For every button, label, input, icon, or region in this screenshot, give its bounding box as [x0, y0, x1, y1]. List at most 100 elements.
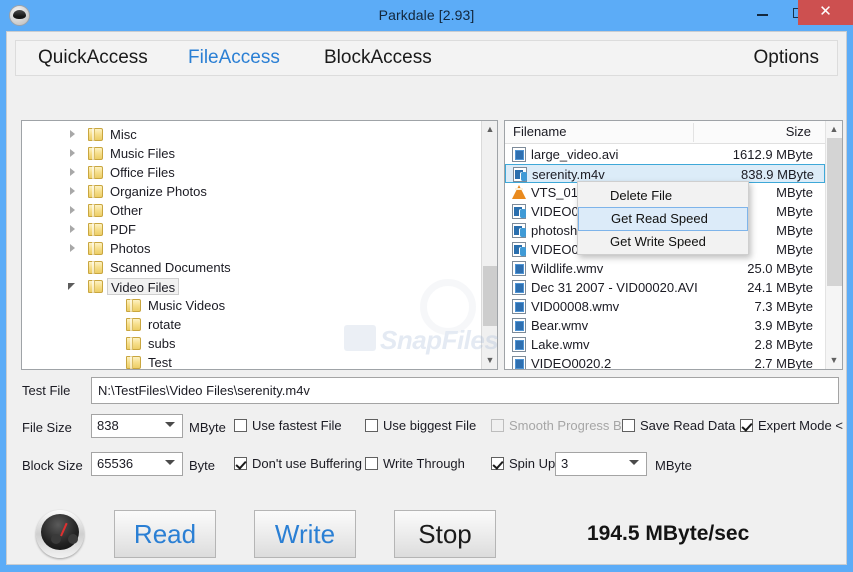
speedometer-icon — [36, 510, 84, 558]
scroll-down-icon[interactable]: ▼ — [482, 352, 497, 369]
test-file-label: Test File — [22, 383, 71, 398]
folder-icon — [126, 337, 141, 350]
tree-expand-icon[interactable] — [66, 220, 80, 239]
file-size: 25.0 MByte — [747, 261, 813, 276]
close-button[interactable]: ✕ — [798, 0, 853, 25]
read-button[interactable]: Read — [114, 510, 216, 558]
file-name: Bear.wmv — [531, 318, 589, 333]
scroll-up-icon[interactable]: ▲ — [482, 121, 497, 138]
film-file-icon — [512, 147, 526, 162]
tree-item-label: Music Files — [110, 146, 176, 161]
file-name: VIDEO0020.2 — [531, 356, 612, 370]
write-button[interactable]: Write — [254, 510, 356, 558]
tree-item[interactable]: Music Files — [22, 144, 482, 163]
spin-up-unit: MByte — [655, 458, 692, 473]
menu-item-get-write-speed[interactable]: Get Write Speed — [578, 230, 748, 254]
checkbox-box — [491, 419, 504, 432]
tree-item[interactable]: Test — [22, 353, 482, 369]
file-name: VID00008.wmv — [531, 299, 620, 314]
folder-icon — [88, 261, 103, 274]
client-area: QuickAccess FileAccess BlockAccess Optio… — [6, 31, 847, 565]
spin-up-combo[interactable]: 3 — [555, 452, 647, 476]
tree-item-label: Office Files — [110, 165, 175, 180]
film-file-icon — [512, 280, 526, 295]
tree-expand-icon[interactable] — [66, 163, 80, 182]
spin-up-value: 3 — [561, 456, 569, 471]
folder-icon — [126, 318, 141, 331]
tree-item[interactable]: Video Files — [22, 277, 482, 296]
tree-item[interactable]: Organize Photos — [22, 182, 482, 201]
block-size-unit: Byte — [189, 458, 216, 473]
tree-item[interactable]: rotate — [22, 315, 482, 334]
checkbox-label: Smooth Progress Bar — [509, 418, 634, 433]
tree-item-label: Photos — [110, 241, 151, 256]
file-list-scrollbar-thumb[interactable] — [827, 138, 842, 286]
tab-quickaccess[interactable]: QuickAccess — [38, 41, 148, 75]
checkbox-box — [740, 419, 753, 432]
media-player-file-icon — [512, 223, 526, 238]
file-list-row[interactable]: Bear.wmv 3.9 MByte — [505, 316, 825, 335]
tab-options[interactable]: Options — [754, 41, 819, 75]
title-bar: Parkdale [2.93] ✕ — [0, 0, 853, 31]
file-list-scrollbar[interactable]: ▲ ▼ — [825, 121, 842, 369]
tree-expand-icon[interactable] — [66, 239, 80, 258]
tree-item[interactable]: subs — [22, 334, 482, 353]
folder-icon — [126, 356, 141, 369]
checkbox-box — [234, 419, 247, 432]
file-context-menu[interactable]: Delete File Get Read Speed Get Write Spe… — [577, 181, 749, 255]
file-list-row[interactable]: VIDEO0020.2 2.7 MByte — [505, 354, 825, 370]
file-size-combo[interactable]: 838 — [91, 414, 183, 438]
tree-item[interactable]: Misc — [22, 125, 482, 144]
column-header-filename[interactable]: Filename — [513, 121, 566, 143]
menu-item-get-read-speed[interactable]: Get Read Speed — [578, 207, 748, 231]
tree-expand-icon[interactable] — [66, 201, 80, 220]
tree-scrollbar-thumb[interactable] — [483, 266, 497, 326]
file-size-value: 838 — [97, 418, 119, 433]
file-list-row[interactable]: large_video.avi 1612.9 MByte — [505, 145, 825, 164]
folder-icon — [88, 128, 103, 141]
block-size-combo[interactable]: 65536 — [91, 452, 183, 476]
column-header-size[interactable]: Size — [725, 121, 811, 143]
tree-item[interactable]: Music Videos — [22, 296, 482, 315]
tree-expand-icon[interactable] — [66, 125, 80, 144]
scroll-down-icon[interactable]: ▼ — [826, 352, 842, 369]
tree-item[interactable]: Photos — [22, 239, 482, 258]
tree-collapse-icon[interactable] — [66, 277, 80, 296]
chevron-down-icon — [165, 422, 175, 427]
tree-item[interactable]: Scanned Documents — [22, 258, 482, 277]
folder-icon — [88, 280, 103, 293]
scroll-up-icon[interactable]: ▲ — [826, 121, 842, 138]
tree-expand-icon[interactable] — [66, 144, 80, 163]
file-list-row[interactable]: VID00008.wmv 7.3 MByte — [505, 297, 825, 316]
tree-item-label: Misc — [110, 127, 137, 142]
block-size-label: Block Size — [22, 458, 83, 473]
file-name: Lake.wmv — [531, 337, 590, 352]
window-title: Parkdale [2.93] — [378, 7, 475, 23]
file-size: 1612.9 MByte — [732, 147, 813, 162]
file-list-row[interactable]: Wildlife.wmv 25.0 MByte — [505, 259, 825, 278]
tree-item[interactable]: Office Files — [22, 163, 482, 182]
tab-strip: QuickAccess FileAccess BlockAccess Optio… — [15, 40, 838, 76]
folder-icon — [88, 147, 103, 160]
stop-button[interactable]: Stop — [394, 510, 496, 558]
folder-tree-panel[interactable]: Misc Music Files Office Files Organize Phot… — [21, 120, 498, 370]
file-list-row[interactable]: Dec 31 2007 - VID00020.AVI 24.1 MByte — [505, 278, 825, 297]
tree-item[interactable]: PDF — [22, 220, 482, 239]
test-file-input[interactable] — [91, 377, 839, 404]
block-size-value: 65536 — [97, 456, 134, 471]
file-list-row[interactable]: Lake.wmv 2.8 MByte — [505, 335, 825, 354]
tree-item[interactable]: Other — [22, 201, 482, 220]
column-divider — [693, 123, 694, 142]
checkbox-label: Write Through — [383, 456, 465, 471]
tab-blockaccess[interactable]: BlockAccess — [324, 41, 432, 75]
chevron-down-icon — [165, 460, 175, 465]
tree-scrollbar[interactable]: ▲ ▼ — [481, 121, 497, 369]
menu-item-delete-file[interactable]: Delete File — [578, 184, 748, 208]
file-name: photosh — [531, 223, 578, 238]
minimize-button[interactable] — [744, 0, 780, 25]
tree-expand-icon[interactable] — [66, 182, 80, 201]
checkbox-label: Use biggest File — [383, 418, 477, 433]
checkbox-label: Expert Mode < — [758, 418, 843, 433]
tree-item-label: Music Videos — [148, 298, 226, 313]
tab-fileaccess[interactable]: FileAccess — [188, 41, 280, 75]
